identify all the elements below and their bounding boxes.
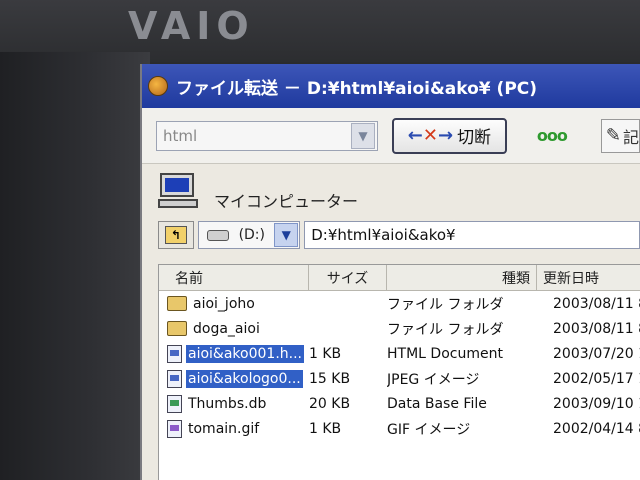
location-label: マイコンピューター [214, 192, 359, 211]
file-row[interactable]: aioi&ako001.h... 1 KB HTML Document 2003… [159, 341, 640, 366]
file-date: 2002/05/17 13 [553, 370, 640, 387]
column-date[interactable]: 更新日時 [537, 265, 640, 290]
gif-file-icon [167, 419, 182, 438]
file-date: 2003/08/11 8 [553, 320, 640, 337]
up-folder-button[interactable]: ↰ [158, 221, 194, 249]
file-type: ファイル フォルダ [387, 296, 504, 313]
file-row[interactable]: aioi&akologo0... 15 KB JPEG イメージ 2002/05… [159, 366, 640, 391]
file-date: 2003/08/11 8 [553, 295, 640, 312]
disconnect-label: 切断 [457, 128, 492, 148]
file-date: 2003/09/10 14 [553, 395, 640, 412]
edit-label: 記 [622, 127, 639, 147]
column-size[interactable]: サイズ [309, 265, 387, 290]
file-transfer-window: ファイル転送 － D:¥html¥aioi&ako¥ (PC) html ▼ ←… [140, 64, 640, 480]
column-type[interactable]: 種類 [387, 265, 537, 290]
file-size: 1 KB [309, 420, 342, 437]
vaio-logo: VAIO [128, 4, 255, 48]
file-row[interactable]: Thumbs.db 20 KB Data Base File 2003/09/1… [159, 391, 640, 416]
drive-label: (D:) [238, 227, 265, 243]
file-name: aioi&ako001.h... [186, 344, 304, 363]
file-type: ファイル フォルダ [387, 321, 504, 338]
folder-icon [167, 321, 187, 336]
file-date: 2003/07/20 14 [553, 345, 640, 362]
site-combo-value: html [163, 126, 198, 145]
file-name: tomain.gif [188, 420, 260, 437]
file-row[interactable]: aioi_joho ファイル フォルダ 2003/08/11 8 [159, 291, 640, 316]
toolbar: html ▼ ←✕→ 切断 ooo ✎ 記 [142, 108, 640, 164]
file-size: 15 KB [309, 370, 351, 387]
column-name[interactable]: 名前 [159, 265, 309, 290]
drive-icon [206, 229, 229, 241]
connection-status-icon: ooo [536, 126, 568, 145]
drive-combo[interactable]: (D:) ▼ [197, 221, 301, 249]
file-row[interactable]: tomain.gif 1 KB GIF イメージ 2002/04/14 8:5 [159, 416, 640, 441]
file-type: GIF イメージ [387, 421, 471, 438]
path-bar: ↰ (D:) ▼ D:¥html¥aioi&ako¥ [142, 218, 640, 252]
chevron-down-icon[interactable]: ▼ [274, 223, 299, 247]
path-input[interactable]: D:¥html¥aioi&ako¥ [304, 221, 640, 249]
file-name: Thumbs.db [188, 395, 267, 412]
location-header: マイコンピューター [142, 164, 640, 218]
edit-button[interactable]: ✎ 記 [600, 118, 640, 153]
file-type: JPEG イメージ [387, 371, 480, 388]
title-bar[interactable]: ファイル転送 － D:¥html¥aioi&ako¥ (PC) [142, 64, 640, 108]
site-combo[interactable]: html ▼ [156, 120, 378, 151]
up-folder-icon: ↰ [164, 226, 187, 244]
file-type: Data Base File [387, 395, 487, 412]
file-name: doga_aioi [193, 320, 260, 337]
file-size: 20 KB [309, 395, 351, 412]
file-date: 2002/04/14 8:5 [553, 420, 640, 437]
window-title: ファイル転送 － D:¥html¥aioi&ako¥ (PC) [176, 78, 538, 99]
jpeg-file-icon [167, 369, 182, 388]
chevron-down-icon[interactable]: ▼ [350, 122, 375, 149]
monitor-bezel-left [0, 52, 150, 480]
edit-icon: ✎ [605, 125, 621, 146]
html-file-icon [167, 344, 182, 363]
file-list: 名前 サイズ 種類 更新日時 aioi_joho ファイル フォルダ 2003/… [158, 264, 640, 480]
file-size: 1 KB [309, 345, 342, 362]
file-name: aioi_joho [193, 295, 255, 312]
computer-icon [158, 173, 200, 209]
disconnect-icon: ←✕→ [407, 125, 454, 146]
folder-icon [167, 296, 187, 311]
file-type: HTML Document [387, 345, 503, 362]
file-name: aioi&akologo0... [186, 369, 303, 388]
file-row[interactable]: doga_aioi ファイル フォルダ 2003/08/11 8 [159, 316, 640, 341]
database-file-icon [167, 394, 182, 413]
disconnect-button[interactable]: ←✕→ 切断 [391, 117, 507, 154]
file-list-header: 名前 サイズ 種類 更新日時 [159, 265, 640, 291]
app-icon [148, 76, 168, 96]
